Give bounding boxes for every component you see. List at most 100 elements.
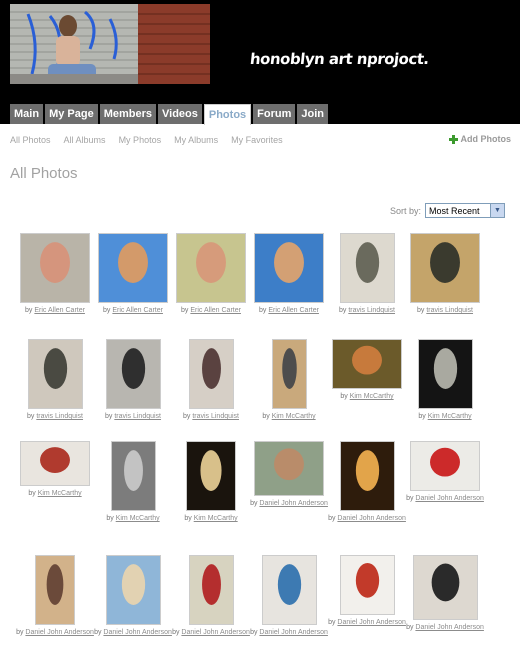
photo-author-link[interactable]: Kim McCarthy: [116, 515, 160, 522]
photo-caption: by Daniel John Anderson: [249, 499, 329, 509]
photo-caption: by travis Lindquist: [327, 306, 407, 316]
plus-icon: [448, 134, 458, 144]
chevron-down-icon: ▼: [490, 204, 504, 217]
photo-thumbnail[interactable]: [176, 233, 246, 303]
photo-author-link[interactable]: Eric Allen Carter: [34, 307, 85, 314]
photo-by-label: by: [184, 515, 194, 522]
subnav-my-albums[interactable]: My Albums: [174, 135, 218, 145]
photo-item: by travis Lindquist: [405, 233, 485, 316]
photo-thumbnail[interactable]: [186, 441, 236, 511]
photo-author-link[interactable]: Kim McCarthy: [350, 393, 394, 400]
photo-thumbnail[interactable]: [27, 339, 83, 409]
subnav-all-albums[interactable]: All Albums: [64, 135, 106, 145]
photo-caption: by travis Lindquist: [405, 306, 485, 316]
photo-author-link[interactable]: travis Lindquist: [348, 307, 395, 314]
header-banner-image: [10, 4, 210, 84]
subnav-my-photos[interactable]: My Photos: [119, 135, 162, 145]
photo-author-link[interactable]: travis Lindquist: [114, 413, 161, 420]
photo-caption: by travis Lindquist: [93, 412, 173, 422]
photo-caption: by Daniel John Anderson: [405, 623, 485, 633]
photo-thumbnail[interactable]: [35, 555, 75, 625]
photo-item: by travis Lindquist: [15, 339, 95, 422]
photo-item: by Kim McCarthy: [171, 441, 251, 524]
add-photos-button[interactable]: Add Photos: [448, 134, 512, 144]
photo-thumbnail[interactable]: [105, 339, 161, 409]
tab-members[interactable]: Members: [99, 104, 156, 124]
sort-selected-value: Most Recent: [429, 205, 480, 216]
site-logo[interactable]: honoblyn art nprojoct.: [249, 50, 430, 68]
photo-caption: by Daniel John Anderson: [327, 618, 407, 628]
photo-by-label: by: [340, 393, 350, 400]
photo-thumbnail[interactable]: [98, 233, 168, 303]
tab-forum[interactable]: Forum: [253, 104, 296, 124]
photo-author-link[interactable]: Daniel John Anderson: [415, 624, 484, 631]
photo-thumbnail[interactable]: [254, 233, 324, 303]
photo-by-label: by: [28, 490, 38, 497]
tab-my-page[interactable]: My Page: [45, 104, 98, 124]
photo-by-label: by: [418, 413, 428, 420]
photo-author-link[interactable]: travis Lindquist: [426, 307, 473, 314]
photo-thumbnail[interactable]: [412, 555, 478, 620]
photo-thumbnail[interactable]: [410, 441, 480, 491]
photo-thumbnail[interactable]: [339, 233, 395, 303]
photo-thumbnail[interactable]: [188, 555, 234, 625]
photo-thumbnail[interactable]: [254, 441, 324, 496]
photo-author-link[interactable]: Kim McCarthy: [428, 413, 472, 420]
photo-thumbnail[interactable]: [20, 233, 90, 303]
photo-thumbnail[interactable]: [410, 233, 480, 303]
photo-author-link[interactable]: Kim McCarthy: [38, 490, 82, 497]
photo-caption: by Daniel John Anderson: [327, 514, 407, 524]
photo-author-link[interactable]: Kim McCarthy: [272, 413, 316, 420]
tab-videos[interactable]: Videos: [158, 104, 202, 124]
add-photos-label: Add Photos: [460, 134, 512, 144]
photo-item: by Kim McCarthy: [327, 339, 407, 402]
tab-join[interactable]: Join: [297, 104, 329, 124]
photo-thumbnail[interactable]: [271, 339, 307, 409]
sort-select[interactable]: Most Recent ▼: [425, 203, 505, 218]
photo-item: by Daniel John Anderson: [327, 441, 407, 524]
photo-author-link[interactable]: travis Lindquist: [36, 413, 83, 420]
photo-author-link[interactable]: Daniel John Anderson: [415, 495, 484, 502]
photo-author-link[interactable]: Eric Allen Carter: [112, 307, 163, 314]
photo-thumbnail[interactable]: [339, 555, 395, 615]
photo-by-label: by: [262, 413, 272, 420]
photo-caption: by Daniel John Anderson: [249, 628, 329, 638]
sort-control: Sort by: Most Recent ▼: [390, 203, 505, 218]
photo-thumbnail[interactable]: [417, 339, 473, 409]
photo-author-link[interactable]: Eric Allen Carter: [190, 307, 241, 314]
photo-thumbnail[interactable]: [188, 339, 234, 409]
photo-author-link[interactable]: Daniel John Anderson: [181, 629, 250, 636]
photo-author-link[interactable]: Daniel John Anderson: [259, 500, 328, 507]
photo-item: by travis Lindquist: [93, 339, 173, 422]
photo-thumbnail[interactable]: [20, 441, 90, 486]
photo-item: by Kim McCarthy: [249, 339, 329, 422]
photo-author-link[interactable]: Daniel John Anderson: [25, 629, 94, 636]
photo-thumbnail[interactable]: [332, 339, 402, 389]
photo-author-link[interactable]: Daniel John Anderson: [337, 619, 406, 626]
subnav-my-favorites[interactable]: My Favorites: [231, 135, 283, 145]
tab-photos[interactable]: Photos: [203, 104, 252, 125]
photo-caption: by Daniel John Anderson: [93, 628, 173, 638]
photo-author-link[interactable]: Eric Allen Carter: [268, 307, 319, 314]
photo-item: by Daniel John Anderson: [171, 555, 251, 638]
photo-author-link[interactable]: Daniel John Anderson: [103, 629, 172, 636]
photo-caption: by Kim McCarthy: [405, 412, 485, 422]
photo-author-link[interactable]: Daniel John Anderson: [337, 515, 406, 522]
photo-item: by Daniel John Anderson: [405, 555, 485, 633]
photo-thumbnail[interactable]: [105, 555, 161, 625]
subnav-all-photos[interactable]: All Photos: [10, 135, 51, 145]
photo-thumbnail[interactable]: [261, 555, 317, 625]
photo-caption: by Kim McCarthy: [327, 392, 407, 402]
photo-caption: by travis Lindquist: [171, 412, 251, 422]
photo-author-link[interactable]: travis Lindquist: [192, 413, 239, 420]
photo-item: by Daniel John Anderson: [405, 441, 485, 504]
photo-caption: by Daniel John Anderson: [405, 494, 485, 504]
photo-author-link[interactable]: Kim McCarthy: [194, 515, 238, 522]
photo-author-link[interactable]: Daniel John Anderson: [259, 629, 328, 636]
photo-by-label: by: [338, 307, 349, 314]
photo-caption: by Daniel John Anderson: [171, 628, 251, 638]
tab-main[interactable]: Main: [10, 104, 44, 124]
photo-by-label: by: [416, 307, 427, 314]
photo-thumbnail[interactable]: [110, 441, 156, 511]
photo-thumbnail[interactable]: [339, 441, 395, 511]
